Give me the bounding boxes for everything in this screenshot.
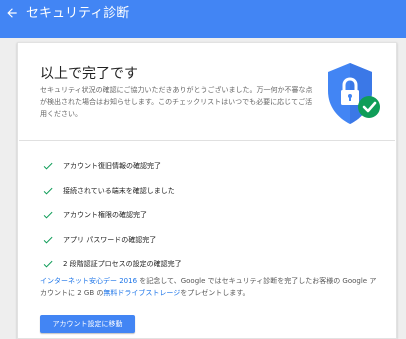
check-icon [41, 233, 55, 247]
checklist-item-label: 接続されている端末を確認しました [63, 186, 175, 195]
app-bar-extension [0, 30, 406, 38]
check-icon [41, 257, 55, 271]
checklist-item-permissions: アカウント権限の確認完了 [41, 203, 182, 228]
card-title: 以上で完了です [40, 66, 138, 82]
safer-internet-day-link[interactable]: インターネット安心デー 2016 [40, 277, 137, 285]
checklist-item-recovery: アカウント復旧情報の確認完了 [41, 154, 182, 179]
check-icon [41, 208, 55, 222]
checklist-item-label: アカウント権限の確認完了 [63, 211, 147, 220]
check-icon [41, 159, 55, 173]
promo-text: インターネット安心デー 2016 を記念して、Google ではセキュリティ診断… [40, 275, 380, 299]
security-checkup-card: 以上で完了です セキュリティ状況の確認にご協力いただきありがとうございました。万… [17, 42, 397, 339]
check-icon [41, 184, 55, 198]
shield-lock-icon [324, 61, 382, 131]
checklist-item-label: アカウント復旧情報の確認完了 [63, 162, 161, 171]
divider [19, 140, 395, 141]
card-description: セキュリティ状況の確認にご協力いただきありがとうございました。万一何か不審な点が… [40, 86, 313, 118]
checklist-item-2-step: 2 段階認証プロセスの設定の確認完了 [41, 252, 182, 277]
go-to-account-settings-button[interactable]: アカウント設定に移動 [40, 315, 135, 333]
page-title: セキュリティ診断 [26, 6, 130, 21]
promo-text-part2: をプレゼントします。 [180, 289, 250, 297]
checklist: アカウント復旧情報の確認完了 接続されている端末を確認しました アカウント権限の… [41, 154, 182, 277]
checklist-item-label: アプリ パスワードの確認完了 [63, 235, 157, 244]
checklist-item-devices: 接続されている端末を確認しました [41, 179, 182, 204]
free-drive-storage-link[interactable]: 無料ドライブストレージ [103, 289, 180, 297]
arrow-back-icon [5, 5, 19, 24]
checklist-item-label: 2 段階認証プロセスの設定の確認完了 [63, 260, 182, 269]
app-bar: セキュリティ診断 [0, 0, 406, 30]
back-button[interactable] [2, 4, 22, 24]
checklist-item-app-passwords: アプリ パスワードの確認完了 [41, 228, 182, 253]
